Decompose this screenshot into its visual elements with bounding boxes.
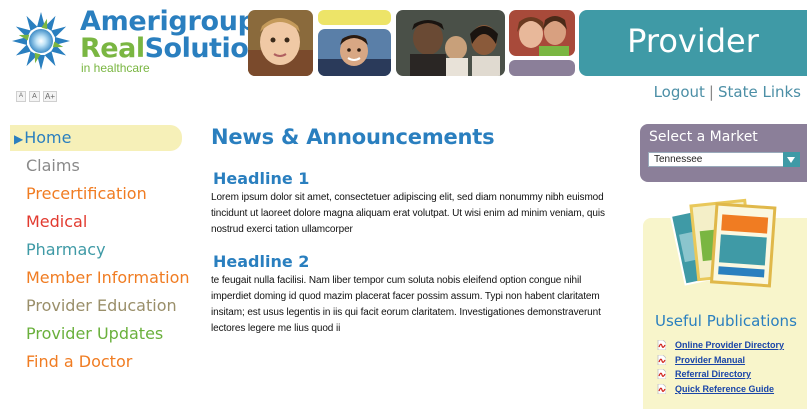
font-size-medium-button[interactable]: A (29, 91, 40, 102)
pdf-icon (657, 354, 666, 365)
publication-link-provider-manual[interactable]: Provider Manual (675, 355, 745, 365)
publications-panel: Useful Publications Online Provider Dire… (643, 198, 807, 409)
list-item: Online Provider Directory (657, 338, 784, 352)
font-size-controls: A A A+ (16, 91, 57, 102)
nav-item-precertification[interactable]: Precertification (10, 181, 182, 209)
article-body: Lorem ipsum dolor sit amet, consectetuer… (211, 192, 605, 235)
list-item: Quick Reference Guide (657, 382, 784, 396)
top-links: Logout | State Links (654, 83, 801, 101)
header-accent-bar-purple (509, 60, 575, 76)
quick-reference-booklets-image[interactable] (661, 198, 781, 294)
chevron-down-icon[interactable] (783, 152, 800, 167)
market-selector-panel: Select a Market Tennessee (640, 124, 807, 182)
nav-item-pharmacy[interactable]: Pharmacy (10, 237, 182, 265)
list-item: Provider Manual (657, 353, 784, 367)
active-arrow-icon: ▶ (14, 132, 24, 146)
left-nav: ▶Home Claims Precertification Medical Ph… (10, 125, 190, 377)
header-photo-child (248, 10, 313, 76)
nav-item-medical[interactable]: Medical (10, 209, 182, 237)
publication-link-quick-reference-guide[interactable]: Quick Reference Guide (675, 384, 774, 394)
page-title: News & Announcements (211, 125, 495, 149)
nav-item-home[interactable]: ▶Home (10, 125, 182, 151)
header-accent-bar-yellow (318, 10, 391, 25)
amerigroup-logo[interactable]: Amerigroup RealSolutions® in healthcare (8, 8, 292, 76)
publications-title: Useful Publications (655, 312, 797, 330)
logout-link[interactable]: Logout (654, 83, 705, 101)
nav-item-find-a-doctor[interactable]: Find a Doctor (10, 349, 182, 377)
nav-item-member-information[interactable]: Member Information (10, 265, 190, 293)
font-size-small-button[interactable]: A (16, 91, 26, 102)
market-selector-title: Select a Market (649, 129, 758, 145)
pdf-icon (657, 383, 666, 394)
nav-item-label: Home (24, 128, 72, 147)
market-select-dropdown[interactable]: Tennessee (648, 152, 800, 167)
main-content: News & Announcements Headline 1 Lorem ip… (211, 125, 611, 351)
header-photo-mother (509, 10, 575, 56)
portal-title: Provider (627, 22, 759, 60)
market-selected-value: Tennessee (654, 154, 703, 165)
article-headline[interactable]: Headline 2 (213, 252, 611, 271)
pdf-icon (657, 340, 666, 350)
state-links-link[interactable]: State Links (718, 83, 801, 101)
header-photo-family (396, 10, 505, 76)
article-headline[interactable]: Headline 1 (213, 169, 611, 188)
nav-item-provider-updates[interactable]: Provider Updates (10, 321, 182, 349)
nav-item-claims[interactable]: Claims (10, 153, 182, 181)
link-separator: | (708, 83, 714, 101)
publication-link-online-provider-directory[interactable]: Online Provider Directory (675, 340, 784, 350)
article-body: te feugait nulla facilisi. Nam liber tem… (211, 275, 601, 334)
publication-link-referral-directory[interactable]: Referral Directory (675, 369, 751, 379)
font-size-large-button[interactable]: A+ (43, 91, 57, 102)
nav-item-provider-education[interactable]: Provider Education (10, 293, 182, 321)
starburst-logo-icon (12, 12, 70, 70)
header-photo-boy (318, 29, 391, 76)
provider-banner: Provider (579, 10, 807, 76)
pdf-icon (657, 369, 666, 379)
list-item: Referral Directory (657, 367, 784, 381)
publications-list: Online Provider Directory Provider Manua… (657, 338, 784, 396)
